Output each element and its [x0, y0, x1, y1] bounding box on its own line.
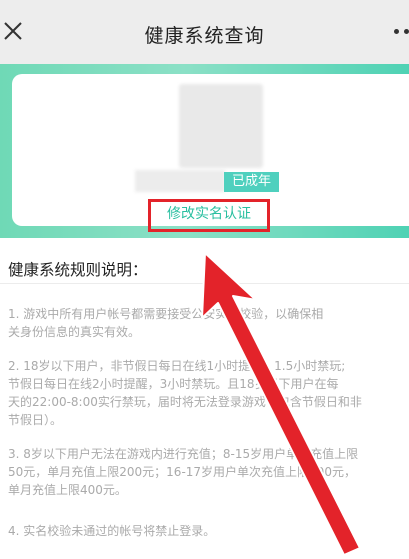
- rule-2: 2. 18岁以下用户，非节假日每日在线1小时提醒，1.5小时禁玩; 节假日每日在…: [8, 359, 362, 427]
- divider: [0, 283, 409, 284]
- top-bar: 健康系统查询: [0, 0, 409, 65]
- more-dots-icon-part: [404, 29, 409, 34]
- user-name-blurred: [135, 170, 225, 192]
- modify-real-name-link[interactable]: 修改实名认证: [151, 204, 267, 224]
- rules-title: 健康系统规则说明：: [8, 261, 148, 279]
- rule-1: 1. 游戏中所有用户帐号都需要接受公安实名校验，以确保相 关身份信息的真实有效。: [8, 307, 324, 339]
- page-title: 健康系统查询: [144, 25, 265, 47]
- adult-status-badge: 已成年: [224, 172, 279, 192]
- avatar: [179, 84, 263, 168]
- rule-3: 3. 8岁以下用户无法在游戏内进行充值；8-15岁用户单次充值上限 50元，单月…: [8, 447, 359, 497]
- more-dots-icon[interactable]: [394, 29, 399, 34]
- rule-4: 4. 实名校验未通过的帐号将禁止登录。: [8, 524, 216, 538]
